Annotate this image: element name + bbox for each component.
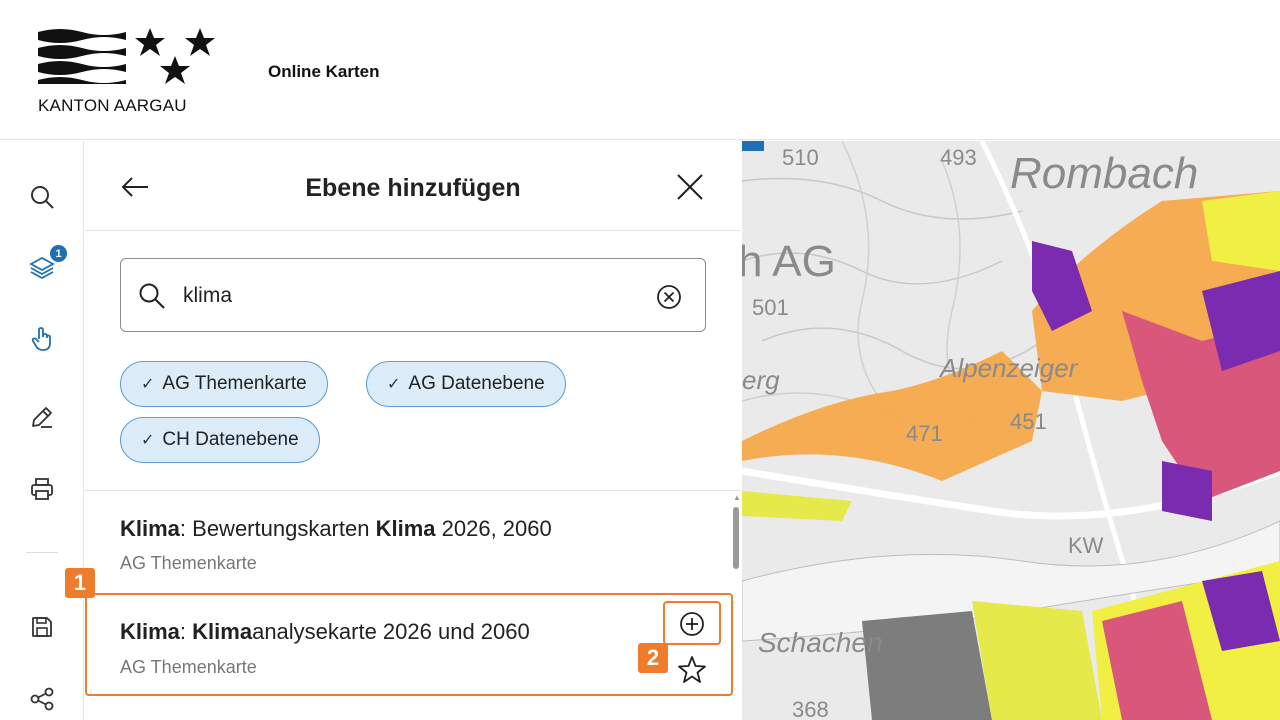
layers-tool-button[interactable]: 1 bbox=[22, 245, 67, 287]
step1-highlight bbox=[85, 593, 733, 696]
layer-search-input[interactable] bbox=[183, 279, 633, 313]
close-icon bbox=[677, 174, 703, 200]
result-item[interactable]: Klima: Bewertungskarten Klima 2026, 2060… bbox=[85, 501, 725, 601]
checkmark-icon: ✓ bbox=[141, 432, 155, 449]
map-label-ag: h AG bbox=[742, 237, 836, 286]
results-scrollbar[interactable]: ▲ bbox=[732, 493, 741, 720]
result-title: Klima: Bewertungskarten Klima 2026, 2060 bbox=[120, 516, 552, 541]
panel-header: Ebene hinzufügen bbox=[85, 141, 741, 231]
print-tool-button[interactable] bbox=[22, 469, 62, 509]
result-category: AG Themenkarte bbox=[120, 553, 257, 573]
close-button[interactable] bbox=[670, 167, 710, 207]
save-icon bbox=[32, 617, 52, 637]
map-elevation-451: 451 bbox=[1010, 409, 1047, 434]
filter-chip-label: AG Datenebene bbox=[408, 373, 545, 394]
app-header: KANTON AARGAU Online Karten bbox=[0, 0, 1280, 140]
filter-chip-label: AG Themenkarte bbox=[162, 373, 307, 394]
app-title: Online Karten bbox=[268, 62, 380, 81]
panel-title: Ebene hinzufügen bbox=[305, 174, 521, 202]
map-top-indicator bbox=[742, 141, 764, 151]
filter-chip-label: CH Datenebene bbox=[162, 429, 299, 450]
map-label-kw: KW bbox=[1068, 533, 1104, 558]
layer-search-box bbox=[120, 258, 706, 332]
filter-chip-ag-themenkarte[interactable]: ✓ AG Themenkarte bbox=[120, 361, 328, 407]
map-label-alpenzeiger: Alpenzeiger bbox=[940, 353, 1078, 383]
map-elevation-493: 493 bbox=[940, 145, 977, 170]
left-toolbar: 1 bbox=[0, 141, 84, 720]
filter-chip-ch-datenebene[interactable]: ✓ CH Datenebene bbox=[120, 417, 320, 463]
toolbar-divider bbox=[26, 552, 58, 553]
add-layer-icon[interactable] bbox=[677, 609, 707, 639]
search-icon bbox=[139, 283, 165, 309]
interact-tool-button[interactable] bbox=[22, 319, 62, 359]
map-label-schachen: Schachen bbox=[758, 627, 883, 658]
map-elevation-368: 368 bbox=[792, 697, 829, 720]
results-divider bbox=[85, 490, 741, 491]
map-elevation-510: 510 bbox=[782, 145, 819, 170]
printer-icon bbox=[31, 478, 53, 500]
share-icon bbox=[30, 687, 54, 711]
share-tool-button[interactable] bbox=[22, 679, 62, 719]
scrollbar-thumb[interactable] bbox=[733, 507, 739, 569]
map-label-rombach: Rombach bbox=[1010, 149, 1199, 198]
search-icon bbox=[31, 186, 54, 209]
hand-pointer-icon bbox=[31, 327, 51, 351]
favorite-star-icon[interactable] bbox=[676, 654, 708, 686]
clear-search-icon[interactable] bbox=[655, 283, 683, 311]
map-elevation-501: 501 bbox=[752, 295, 789, 320]
checkmark-icon: ✓ bbox=[141, 376, 155, 393]
layers-count-badge: 1 bbox=[50, 245, 67, 262]
checkmark-icon: ✓ bbox=[387, 376, 401, 393]
step1-marker: 1 bbox=[65, 568, 95, 598]
filter-chip-ag-datenebene[interactable]: ✓ AG Datenebene bbox=[366, 361, 566, 407]
map-view[interactable]: Rombach h AG Alpenzeiger erg Schachen KW… bbox=[742, 141, 1280, 720]
logo-text: KANTON AARGAU bbox=[38, 96, 187, 115]
draw-tool-button[interactable] bbox=[22, 397, 62, 437]
step2-marker: 2 bbox=[638, 643, 668, 673]
pencil-icon bbox=[32, 407, 52, 428]
map-label-erg: erg bbox=[742, 365, 780, 395]
map-elevation-471: 471 bbox=[906, 421, 943, 446]
scroll-up-icon[interactable]: ▲ bbox=[733, 493, 741, 502]
save-tool-button[interactable] bbox=[22, 607, 62, 647]
search-tool-button[interactable] bbox=[22, 177, 62, 217]
